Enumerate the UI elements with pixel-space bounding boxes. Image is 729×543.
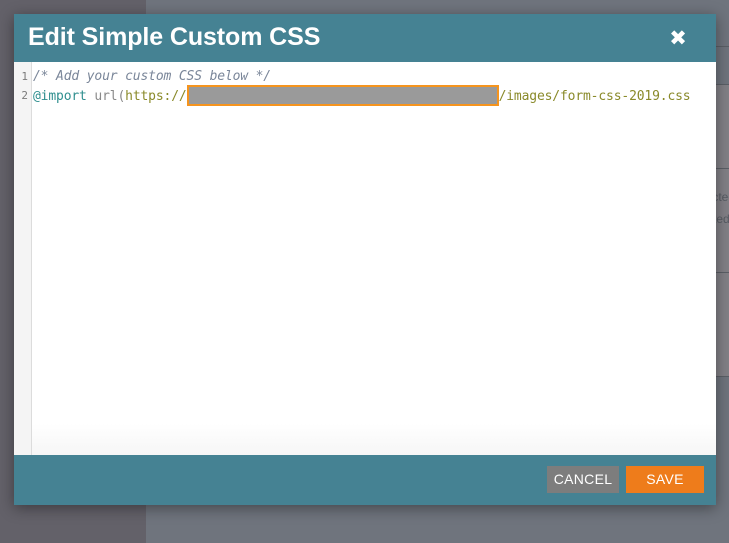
code-line-2: @import url(https:// /images/form-css-201…	[33, 86, 690, 107]
css-url-path-token: /images/form-css-2019.css	[499, 89, 691, 104]
line-number-gutter: 1 2	[14, 62, 32, 455]
line-number: 2	[14, 86, 28, 105]
dialog-footer: CANCEL SAVE	[14, 455, 716, 505]
dialog-title: Edit Simple Custom CSS	[28, 23, 320, 52]
css-function-token: url(	[87, 89, 125, 104]
close-icon[interactable]: ✖	[666, 26, 690, 50]
dialog-header: Edit Simple Custom CSS ✖	[14, 14, 716, 62]
redacted-domain-highlight	[187, 85, 499, 106]
code-area[interactable]: /* Add your custom CSS below */ @import …	[33, 62, 716, 455]
css-code-editor[interactable]: 1 2 /* Add your custom CSS below */ @imp…	[14, 62, 716, 455]
cancel-button[interactable]: CANCEL	[547, 466, 619, 493]
edit-custom-css-dialog: Edit Simple Custom CSS ✖ 1 2 /* Add your…	[14, 14, 716, 505]
css-atrule-token: @import	[33, 89, 87, 104]
dialog-body: 1 2 /* Add your custom CSS below */ @imp…	[14, 62, 716, 455]
code-line-1: /* Add your custom CSS below */	[33, 67, 271, 86]
save-button[interactable]: SAVE	[626, 466, 704, 493]
css-comment-token: /* Add your custom CSS below */	[33, 69, 271, 84]
line-number: 1	[14, 67, 28, 86]
css-url-scheme-token: https://	[125, 89, 186, 104]
